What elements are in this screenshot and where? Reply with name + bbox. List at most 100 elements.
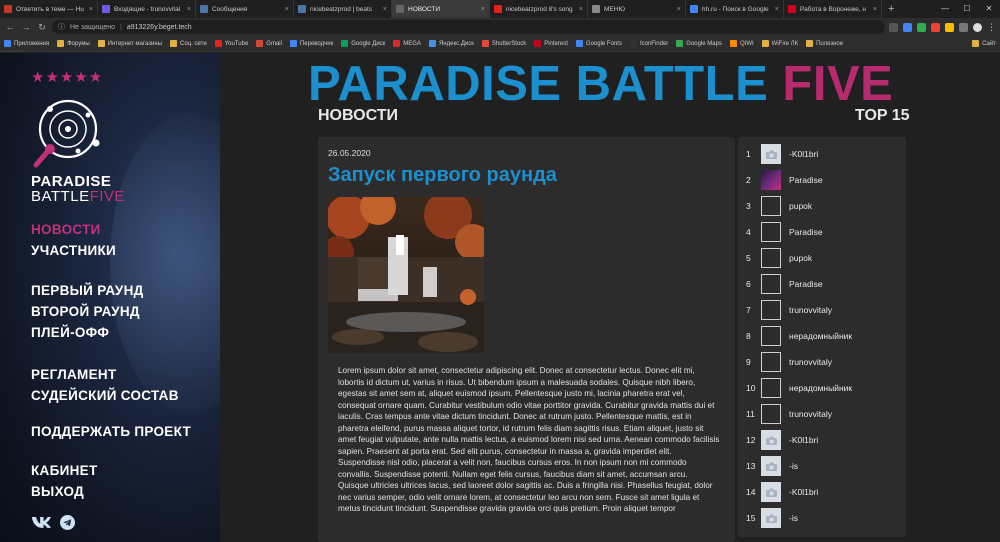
player-nick[interactable]: Paradise bbox=[789, 279, 823, 289]
bookmark-item[interactable]: MEGA bbox=[393, 40, 421, 47]
bookmark-item[interactable]: WiFire ЛК bbox=[761, 40, 798, 47]
tab-close-icon[interactable]: × bbox=[481, 6, 485, 13]
top15-row[interactable]: 2 Paradise bbox=[738, 167, 906, 193]
browser-tab[interactable]: НОВОСТИ × bbox=[392, 0, 490, 18]
avatar-icon[interactable] bbox=[973, 22, 982, 32]
top15-row[interactable]: 3 pupok bbox=[738, 193, 906, 219]
player-nick[interactable]: -K0l1bri bbox=[789, 435, 818, 445]
bookmark-item[interactable]: Переводчик bbox=[289, 40, 333, 47]
menu-item[interactable]: ПЛЕЙ-ОФФ bbox=[31, 325, 109, 340]
menu-dots-icon[interactable]: ⋮ bbox=[987, 22, 996, 33]
player-nick[interactable]: pupok bbox=[789, 201, 812, 211]
player-nick[interactable]: trunovvitaly bbox=[789, 409, 832, 419]
top15-row[interactable]: 8 нерадомныйник bbox=[738, 323, 906, 349]
menu-item[interactable]: ВТОРОЙ РАУНД bbox=[31, 304, 140, 319]
top15-row[interactable]: 10 нерадомныйник bbox=[738, 375, 906, 401]
telegram-icon[interactable] bbox=[60, 515, 77, 530]
menu-item[interactable]: СУДЕЙСКИЙ СОСТАВ bbox=[31, 388, 179, 403]
extension-icon[interactable] bbox=[931, 22, 940, 32]
menu-item[interactable]: КАБИНЕТ bbox=[31, 463, 98, 478]
star-icon[interactable] bbox=[889, 22, 898, 32]
browser-tab[interactable]: Сообщения × bbox=[196, 0, 294, 18]
top15-row[interactable]: 15 -is bbox=[738, 505, 906, 531]
bookmark-item[interactable]: Соц. сети bbox=[170, 40, 207, 47]
reload-button[interactable]: ↻ bbox=[36, 22, 48, 33]
bookmark-label: Соц. сети bbox=[180, 40, 207, 47]
bookmark-item[interactable]: Полезное bbox=[806, 40, 843, 47]
bookmark-item[interactable]: IconFinder bbox=[629, 40, 668, 47]
extension-icon[interactable] bbox=[959, 22, 968, 32]
bookmark-item[interactable]: Pinterest bbox=[534, 40, 568, 47]
bookmark-item[interactable]: ShutterStock bbox=[481, 40, 526, 47]
news-title[interactable]: Запуск первого раунда bbox=[328, 164, 557, 187]
player-nick[interactable]: Paradise bbox=[789, 227, 823, 237]
bookmark-item[interactable]: Gmail bbox=[256, 40, 282, 47]
bookmark-item[interactable]: Google Fonts bbox=[575, 40, 622, 47]
browser-tab[interactable]: nicebeatzprod 8's song × bbox=[490, 0, 588, 18]
menu-item[interactable]: ПОДДЕРЖАТЬ ПРОЕКТ bbox=[31, 424, 191, 439]
new-tab-button[interactable]: + bbox=[882, 0, 900, 18]
close-window-button[interactable]: ✕ bbox=[978, 0, 1000, 18]
top15-row[interactable]: 11 trunovvitaly bbox=[738, 401, 906, 427]
extension-icon[interactable] bbox=[945, 22, 954, 32]
url-bar[interactable]: ⓘ Не защищено | a913226y.beget.tech bbox=[52, 20, 885, 34]
top15-row[interactable]: 7 trunovvitaly bbox=[738, 297, 906, 323]
player-nick[interactable]: -K0l1bri bbox=[789, 149, 818, 159]
bookmark-site[interactable]: Сайт bbox=[972, 40, 996, 47]
top15-row[interactable]: 13 -is bbox=[738, 453, 906, 479]
bookmark-item[interactable]: Приложения bbox=[4, 40, 49, 47]
top15-row[interactable]: 4 Paradise bbox=[738, 219, 906, 245]
menu-item[interactable]: ПЕРВЫЙ РАУНД bbox=[31, 283, 144, 298]
top15-row[interactable]: 12 -K0l1bri bbox=[738, 427, 906, 453]
player-nick[interactable]: pupok bbox=[789, 253, 812, 263]
player-nick[interactable]: нерадомныйник bbox=[789, 383, 852, 393]
menu-item[interactable]: ВЫХОД bbox=[31, 484, 84, 499]
vk-icon[interactable] bbox=[31, 515, 51, 529]
tab-close-icon[interactable]: × bbox=[775, 6, 779, 13]
tab-close-icon[interactable]: × bbox=[285, 6, 289, 13]
bookmark-item[interactable]: Форумы bbox=[57, 40, 90, 47]
player-nick[interactable]: trunovvitaly bbox=[789, 357, 832, 367]
bookmark-favicon-icon bbox=[629, 40, 637, 47]
tab-close-icon[interactable]: × bbox=[677, 6, 681, 13]
menu-item[interactable]: УЧАСТНИКИ bbox=[31, 243, 116, 258]
url-text[interactable]: a913226y.beget.tech bbox=[127, 24, 192, 31]
player-nick[interactable]: -is bbox=[789, 461, 798, 471]
top15-row[interactable]: 1 -K0l1bri bbox=[738, 141, 906, 167]
tab-close-icon[interactable]: × bbox=[89, 6, 93, 13]
info-icon[interactable]: ⓘ bbox=[58, 22, 65, 32]
player-nick[interactable]: -is bbox=[789, 513, 798, 523]
bookmark-item[interactable]: YouTube bbox=[214, 40, 248, 47]
maximize-button[interactable]: ☐ bbox=[956, 0, 978, 18]
top15-row[interactable]: 14 -K0l1bri bbox=[738, 479, 906, 505]
browser-tab[interactable]: Входящие - trunovvital × bbox=[98, 0, 196, 18]
browser-tab[interactable]: МЕНЮ × bbox=[588, 0, 686, 18]
top15-row[interactable]: 9 trunovvitaly bbox=[738, 349, 906, 375]
forward-button[interactable]: → bbox=[20, 22, 32, 32]
player-nick[interactable]: Paradise bbox=[789, 175, 823, 185]
extension-icon[interactable] bbox=[903, 22, 912, 32]
tab-close-icon[interactable]: × bbox=[187, 6, 191, 13]
top15-row[interactable]: 5 pupok bbox=[738, 245, 906, 271]
bookmark-item[interactable]: Интернет магазины bbox=[97, 40, 162, 47]
minimize-button[interactable]: — bbox=[934, 0, 956, 18]
player-nick[interactable]: trunovvitaly bbox=[789, 305, 832, 315]
menu-item[interactable]: НОВОСТИ bbox=[31, 222, 101, 237]
browser-tab[interactable]: Работа в Воронеже, н × bbox=[784, 0, 882, 18]
tab-close-icon[interactable]: × bbox=[579, 6, 583, 13]
back-button[interactable]: ← bbox=[4, 22, 16, 32]
top15-row[interactable]: 6 Paradise bbox=[738, 271, 906, 297]
bookmark-item[interactable]: QIWI bbox=[729, 40, 754, 47]
player-nick[interactable]: нерадомныйник bbox=[789, 331, 852, 341]
browser-tab[interactable]: nicebeatzprod | beats × bbox=[294, 0, 392, 18]
extension-icon[interactable] bbox=[917, 22, 926, 32]
tab-close-icon[interactable]: × bbox=[873, 6, 877, 13]
bookmark-item[interactable]: Яндекс.Диск bbox=[428, 40, 474, 47]
bookmark-item[interactable]: Google Диск bbox=[341, 40, 385, 47]
bookmark-item[interactable]: Google Maps bbox=[676, 40, 722, 47]
browser-tab[interactable]: Ответить в теме — Hu × bbox=[0, 0, 98, 18]
player-nick[interactable]: -K0l1bri bbox=[789, 487, 818, 497]
menu-item[interactable]: РЕГЛАМЕНТ bbox=[31, 367, 117, 382]
browser-tab[interactable]: hh.ru - Поиск в Google × bbox=[686, 0, 784, 18]
tab-close-icon[interactable]: × bbox=[383, 6, 387, 13]
